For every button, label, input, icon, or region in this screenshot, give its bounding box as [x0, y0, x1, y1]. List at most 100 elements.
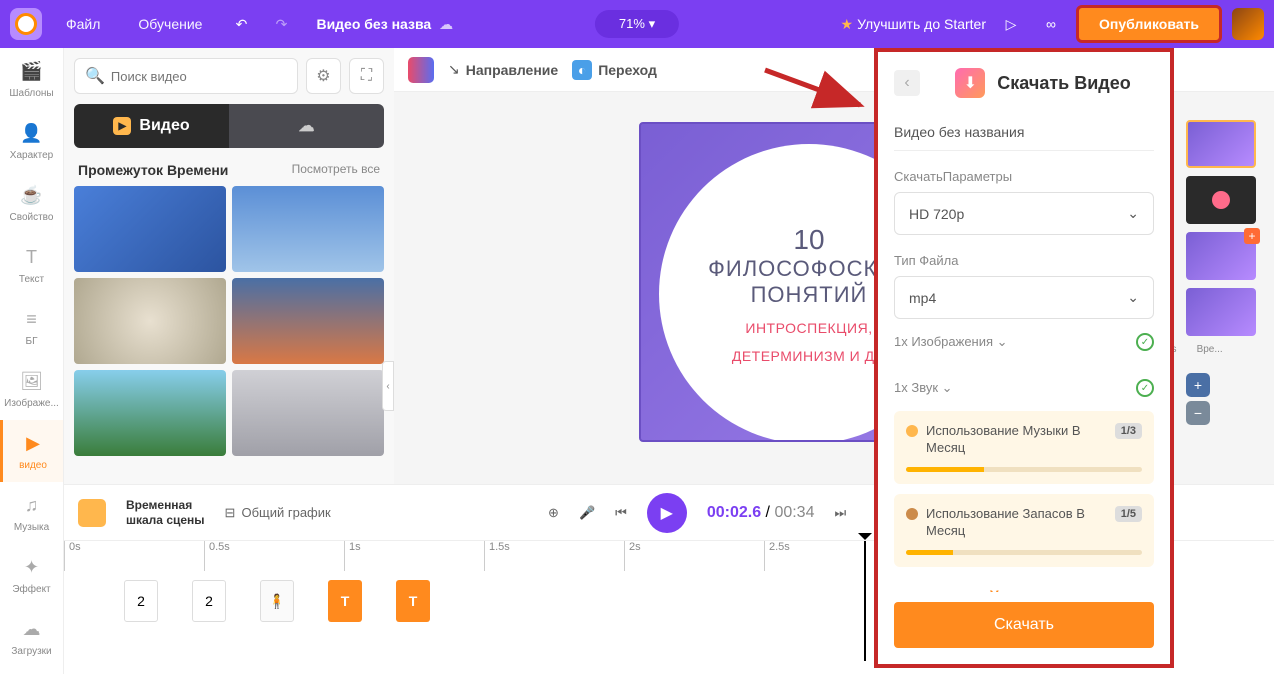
cloud-icon: ☁: [299, 116, 315, 136]
collapse-library-handle[interactable]: ‹: [382, 361, 394, 411]
skip-back-icon: ⏮: [615, 505, 627, 521]
music-icon: ♫: [20, 494, 44, 518]
timeline-clip[interactable]: 2: [124, 580, 158, 622]
timeline-clip[interactable]: T: [328, 580, 362, 622]
download-button[interactable]: Скачать: [894, 602, 1154, 648]
audio-row[interactable]: 1x Звук ⌄✓: [894, 365, 1154, 411]
sidebar-image[interactable]: 🖼Изображе...: [0, 358, 63, 420]
scene-thumb[interactable]: [1186, 120, 1256, 168]
direction-control[interactable]: ↘Направление: [448, 61, 558, 78]
video-thumb[interactable]: [232, 186, 384, 272]
chevron-down-icon: ⌄: [942, 380, 953, 395]
check-icon: ✓: [1136, 333, 1154, 351]
upgrade-link[interactable]: ★Улучшить до Starter: [841, 16, 987, 33]
tab-video[interactable]: ▶Видео: [74, 104, 229, 148]
global-timeline-button[interactable]: ⊟Общий график: [225, 505, 331, 521]
preview-icon[interactable]: ▷: [996, 9, 1026, 39]
scene-thumbnails: 4sВре... + −: [1186, 120, 1268, 425]
video-name-input[interactable]: [894, 114, 1154, 151]
stock-usage-badge: 1/5: [1115, 506, 1142, 522]
zoom-in-button[interactable]: +: [1186, 373, 1210, 397]
zoom-out-button[interactable]: −: [1186, 401, 1210, 425]
upload-icon: ☁: [20, 618, 44, 642]
color-swatch[interactable]: [408, 57, 434, 83]
stock-dot-icon: [906, 508, 918, 520]
filetype-select[interactable]: mp4⌄: [894, 276, 1154, 319]
video-thumb[interactable]: [74, 370, 226, 456]
templates-icon: 🎬: [20, 60, 44, 84]
see-all-link[interactable]: Посмотреть все: [292, 162, 380, 178]
project-title[interactable]: Видео без назва: [316, 16, 431, 32]
images-row[interactable]: 1x Изображения ⌄✓: [894, 319, 1154, 365]
sidebar-templates[interactable]: 🎬Шаблоны: [0, 48, 63, 110]
back-button[interactable]: ‹: [894, 70, 920, 96]
music-usage-badge: 1/3: [1115, 423, 1142, 439]
sidebar-bg[interactable]: ≡БГ: [0, 296, 63, 358]
search-icon: 🔍: [85, 66, 105, 86]
sidebar-uploads[interactable]: ☁Загрузки: [0, 606, 63, 668]
download-panel-icon: ⬇: [955, 68, 985, 98]
sidebar-effect[interactable]: ✦Эффект: [0, 544, 63, 606]
download-panel: ‹ ⬇ Скачать Видео СкачатьПараметры HD 72…: [874, 48, 1174, 668]
character-icon: 👤: [20, 122, 44, 146]
filetype-label: Тип Файла: [894, 253, 1154, 268]
skip-forward-icon: ⏭: [834, 505, 846, 521]
video-thumb[interactable]: [74, 278, 226, 364]
zoom-control[interactable]: 71% ▾: [595, 10, 679, 38]
timeline-clip[interactable]: 2: [192, 580, 226, 622]
timeline-clip[interactable]: 🧍: [260, 580, 294, 622]
scene-thumb[interactable]: [1186, 288, 1256, 336]
transition-icon: ◐: [572, 60, 592, 80]
playhead[interactable]: [864, 541, 866, 661]
scene-thumb[interactable]: [1186, 176, 1256, 224]
target-icon: ⊕: [548, 505, 559, 521]
play-icon: ▶: [113, 117, 131, 135]
user-avatar[interactable]: [1232, 8, 1264, 40]
section-title: Промежуток Времени: [78, 162, 228, 178]
mic-button[interactable]: 🎤: [579, 505, 595, 521]
sidebar-music[interactable]: ♫Музыка: [0, 482, 63, 544]
chevron-down-icon: ⌄: [1127, 205, 1139, 222]
search-input[interactable]: [111, 69, 287, 84]
sidebar-property[interactable]: ☕Свойство: [0, 172, 63, 234]
upgrade-link[interactable]: Улучшить: [894, 577, 1154, 592]
chevron-left-icon: ‹: [904, 74, 909, 92]
params-label: СкачатьПараметры: [894, 169, 1154, 184]
property-icon: ☕: [20, 184, 44, 208]
app-logo[interactable]: [10, 8, 42, 40]
skip-fwd-button[interactable]: ⏭: [834, 505, 846, 521]
chevron-down-icon: ⌄: [1127, 289, 1139, 306]
video-thumb[interactable]: [232, 370, 384, 456]
play-icon: ▶: [661, 503, 673, 523]
music-usage-box: Использование Музыки В Месяц1/3: [894, 411, 1154, 484]
menu-training[interactable]: Обучение: [124, 8, 216, 40]
focus-button[interactable]: ⊕: [548, 505, 559, 521]
scene-thumb[interactable]: [1186, 232, 1256, 280]
sidebar-character[interactable]: 👤Характер: [0, 110, 63, 172]
redo-icon[interactable]: ↷: [266, 9, 296, 39]
play-button[interactable]: ▶: [647, 493, 687, 533]
sidebar-video[interactable]: ▶видео: [0, 420, 63, 482]
chevron-down-icon: ▾: [649, 16, 656, 31]
tab-cloud[interactable]: ☁: [229, 104, 384, 148]
scene-timeline-icon: [78, 499, 106, 527]
expand-button[interactable]: ⛶: [349, 58, 384, 94]
video-thumb[interactable]: [232, 278, 384, 364]
search-box[interactable]: 🔍: [74, 58, 298, 94]
transition-control[interactable]: ◐Переход: [572, 60, 657, 80]
skip-back-button[interactable]: ⏮: [615, 505, 627, 521]
sliders-icon: ⚙: [316, 66, 330, 86]
chevron-down-icon: ⌄: [997, 334, 1008, 349]
filter-button[interactable]: ⚙: [306, 58, 341, 94]
video-icon: ▶: [21, 432, 45, 456]
video-thumb[interactable]: [74, 186, 226, 272]
share-icon[interactable]: ∞: [1036, 9, 1066, 39]
expand-icon: ⛶: [361, 67, 372, 85]
direction-icon: ↘: [448, 61, 460, 78]
sidebar-text[interactable]: TТекст: [0, 234, 63, 296]
quality-select[interactable]: HD 720p⌄: [894, 192, 1154, 235]
timeline-clip[interactable]: T: [396, 580, 430, 622]
publish-button[interactable]: Опубликовать: [1076, 5, 1222, 43]
menu-file[interactable]: Файл: [52, 8, 114, 40]
undo-icon[interactable]: ↶: [226, 9, 256, 39]
